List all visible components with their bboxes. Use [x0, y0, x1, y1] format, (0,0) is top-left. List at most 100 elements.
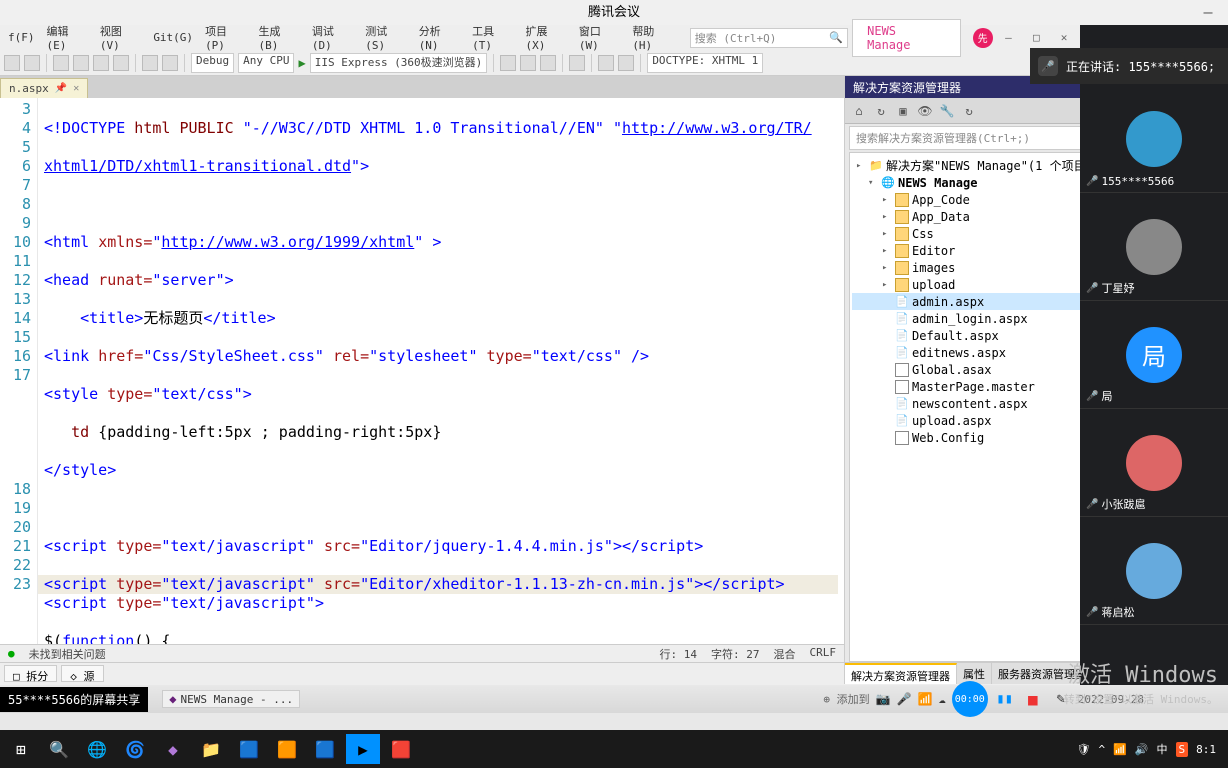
tray-clock[interactable]: 8:1: [1196, 743, 1216, 756]
run-target-select[interactable]: IIS Express (360极速浏览器): [310, 53, 488, 73]
new-icon[interactable]: [53, 55, 69, 71]
menu-analyze[interactable]: 分析(N): [415, 21, 464, 54]
tray-icon[interactable]: 🎤: [897, 692, 912, 706]
mic-muted-icon[interactable]: 🎤: [1038, 56, 1058, 76]
doctype-select[interactable]: DOCTYPE: XHTML 1: [647, 53, 763, 73]
participant-tile[interactable]: 155****5566: [1080, 85, 1228, 193]
speaking-now-bar: 🎤 正在讲话: 155****5566;: [1030, 48, 1228, 84]
pin-icon[interactable]: 📌: [55, 83, 67, 94]
config-select[interactable]: Debug: [191, 53, 234, 73]
status-line: 行: 14: [660, 646, 698, 662]
app-icon[interactable]: ▶: [346, 734, 380, 764]
tb-icon[interactable]: [520, 55, 536, 71]
undo-icon[interactable]: [142, 55, 158, 71]
edge-icon[interactable]: 🌀: [118, 734, 152, 764]
tray-ime[interactable]: 中: [1157, 741, 1168, 757]
back-icon[interactable]: [4, 55, 20, 71]
menu-git[interactable]: Git(G): [149, 29, 197, 46]
share-label: 55****5566的屏幕共享: [0, 687, 148, 712]
vs-search-input[interactable]: 搜索 (Ctrl+Q): [690, 28, 848, 48]
menu-debug[interactable]: 调试(D): [308, 21, 357, 54]
tray-shield-icon[interactable]: 🛡: [1077, 743, 1091, 756]
user-avatar[interactable]: 先: [973, 28, 993, 48]
windows-activation-watermark: 激活 Windows: [1068, 657, 1218, 689]
save-icon[interactable]: [93, 55, 109, 71]
status-crlf: CRLF: [810, 646, 837, 662]
menu-tools[interactable]: 工具(T): [468, 21, 517, 54]
tb-icon[interactable]: [540, 55, 556, 71]
line-gutter: 34567891011121314151617181920212223: [0, 98, 38, 644]
refresh-icon[interactable]: ↻: [961, 104, 977, 118]
home-icon[interactable]: ⌂: [851, 104, 867, 118]
participant-name: 局: [1086, 388, 1112, 404]
record-icon[interactable]: ■: [1022, 688, 1044, 710]
start-button[interactable]: ⊞: [4, 734, 38, 764]
editor-bottom-tabs: □ 拆分 ◇ 源: [0, 662, 844, 684]
code-editor[interactable]: 34567891011121314151617181920212223 <!DO…: [0, 98, 844, 644]
tb-icon[interactable]: [598, 55, 614, 71]
redo-icon[interactable]: [162, 55, 178, 71]
menu-help[interactable]: 帮助(H): [628, 21, 677, 54]
participants-panel: 155****5566 丁星妤 局 局 小张跋扈 蒋启松: [1080, 25, 1228, 685]
vs-close-button[interactable]: ✕: [1052, 29, 1076, 46]
editor-status-bar: ● 未找到相关问题 行: 14 字符: 27 混合 CRLF: [0, 644, 844, 662]
collapse-icon[interactable]: ▣: [895, 104, 911, 118]
properties-icon[interactable]: 🔧: [939, 104, 955, 118]
participant-tile[interactable]: 丁星妤: [1080, 193, 1228, 301]
save-all-icon[interactable]: [113, 55, 129, 71]
platform-select[interactable]: Any CPU: [238, 53, 294, 73]
participant-tile[interactable]: 蒋启松: [1080, 517, 1228, 625]
app-icon[interactable]: 🟦: [308, 734, 342, 764]
menu-project[interactable]: 项目(P): [201, 21, 250, 54]
app-icon[interactable]: 🟦: [232, 734, 266, 764]
tab-source[interactable]: ◇ 源: [61, 665, 103, 682]
tb-icon[interactable]: [500, 55, 516, 71]
run-button[interactable]: ▶: [298, 56, 305, 70]
chrome-icon[interactable]: 🌐: [80, 734, 114, 764]
participant-tile[interactable]: 小张跋扈: [1080, 409, 1228, 517]
menu-build[interactable]: 生成(B): [254, 21, 303, 54]
file-tab-strip: n.aspx 📌 ✕: [0, 76, 844, 98]
speaking-label: 正在讲话: 155****5566;: [1066, 58, 1215, 75]
menu-view[interactable]: 视图(V): [96, 21, 145, 54]
vs-taskbar-item[interactable]: NEWS Manage - ...: [162, 690, 300, 708]
menu-extensions[interactable]: 扩展(X): [522, 21, 571, 54]
participant-tile[interactable]: 局 局: [1080, 301, 1228, 409]
sync-icon[interactable]: ↻: [873, 104, 889, 118]
close-icon[interactable]: ✕: [73, 83, 79, 94]
forward-icon[interactable]: [24, 55, 40, 71]
vs-maximize-button[interactable]: □: [1024, 29, 1048, 46]
folder-icon[interactable]: 📁: [194, 734, 228, 764]
menu-edit[interactable]: 编辑(E): [43, 21, 92, 54]
tray-sound-icon[interactable]: 🔊: [1135, 743, 1149, 756]
search-taskbar-icon[interactable]: 🔍: [42, 734, 76, 764]
code-body[interactable]: <!DOCTYPE html PUBLIC "-//W3C//DTD XHTML…: [38, 98, 844, 644]
visual-studio-window: f(F) 编辑(E) 视图(V) Git(G) 项目(P) 生成(B) 调试(D…: [0, 25, 1080, 685]
participant-name: 丁星妤: [1086, 280, 1134, 296]
tray-icon[interactable]: ☁: [939, 692, 946, 706]
tb-icon[interactable]: [569, 55, 585, 71]
pause-icon[interactable]: ▮▮: [994, 688, 1016, 710]
show-all-icon[interactable]: 👁: [917, 104, 933, 118]
menu-test[interactable]: 测试(S): [361, 21, 410, 54]
window-close-button[interactable]: —: [1188, 0, 1228, 24]
tray-icon[interactable]: 📷: [876, 692, 891, 706]
add-to-button[interactable]: ⊕ 添加到: [823, 691, 869, 707]
menu-file[interactable]: f(F): [4, 29, 39, 46]
app-icon[interactable]: 🟧: [270, 734, 304, 764]
editor-column: n.aspx 📌 ✕ 34567891011121314151617181920…: [0, 76, 845, 684]
participant-name: 蒋启松: [1086, 604, 1134, 620]
tab-split[interactable]: □ 拆分: [4, 665, 57, 682]
tray-wifi-icon[interactable]: 📶: [1113, 743, 1127, 756]
vs-minimize-button[interactable]: —: [997, 29, 1021, 46]
app-icon[interactable]: 🟥: [384, 734, 418, 764]
vs-icon[interactable]: ◆: [156, 734, 190, 764]
tray-icon[interactable]: 📶: [918, 692, 933, 706]
tray-sogou-icon[interactable]: S: [1176, 742, 1189, 757]
file-tab-active[interactable]: n.aspx 📌 ✕: [0, 78, 88, 98]
tray-chevron-icon[interactable]: ^: [1098, 743, 1105, 756]
participant-name: 小张跋扈: [1086, 496, 1145, 512]
open-icon[interactable]: [73, 55, 89, 71]
menu-window[interactable]: 窗口(W): [575, 21, 624, 54]
tb-icon[interactable]: [618, 55, 634, 71]
